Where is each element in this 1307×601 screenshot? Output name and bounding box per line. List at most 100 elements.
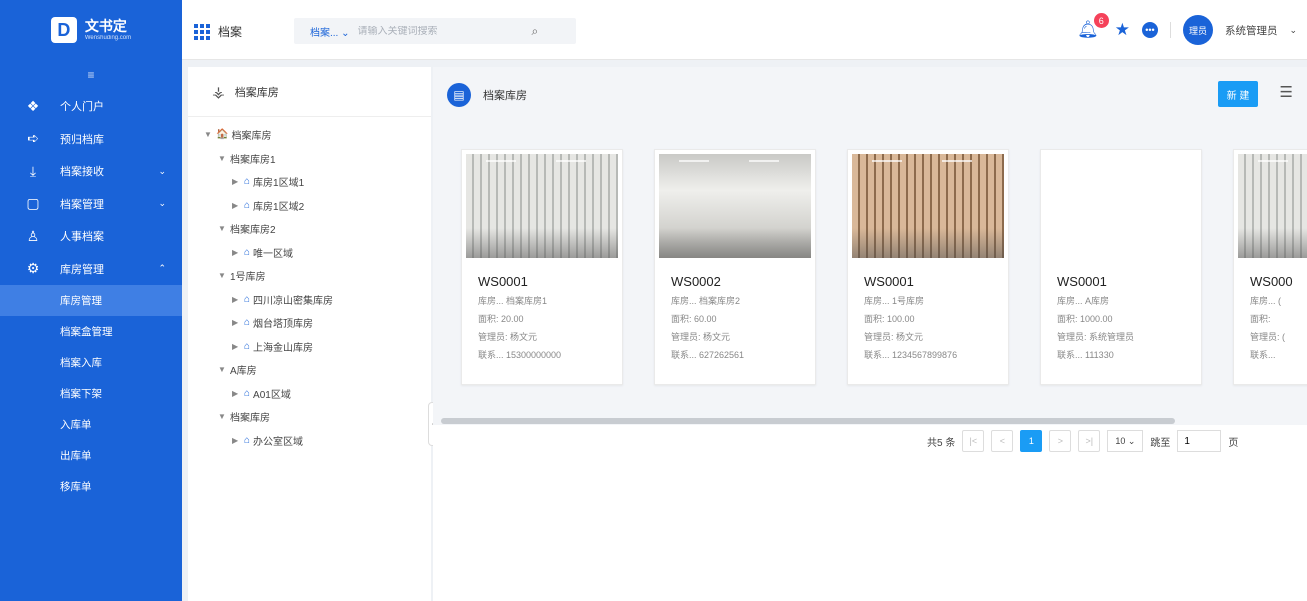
tree-node[interactable]: ▼ 🏠 档案库房 <box>188 123 431 147</box>
user-dropdown-chevron-icon[interactable]: ⌄ <box>1289 25 1297 36</box>
tree-node[interactable]: ▶ ⌂ 烟台塔顶库房 <box>188 311 431 335</box>
content-panel: ▤ 档案库房 新 建 ☰ WS0001 库房... 档案库房1 面积: 20.00 管… <box>433 67 1307 601</box>
tree-toggle-icon[interactable]: ▼ <box>218 154 230 163</box>
warehouse-card[interactable]: WS0001 库房... 1号库房 面积: 100.00 管理员: 杨文元 联系... … <box>847 149 1009 385</box>
search-type-select[interactable]: 档案... ⌄ <box>294 24 358 39</box>
sidebar-subitem[interactable]: 入库单 <box>0 409 182 440</box>
expand-chevron-icon[interactable]: ⌃ <box>158 263 166 274</box>
message-icon[interactable]: ••• <box>1141 22 1158 38</box>
sidebar-item[interactable]: ♙ 人事档案 <box>0 220 182 253</box>
tree-node[interactable]: ▶ ⌂ 库房1区域1 <box>188 170 431 194</box>
tree-toggle-icon[interactable]: ▼ <box>218 365 230 374</box>
first-page-button[interactable]: |< <box>962 430 985 452</box>
tree-node[interactable]: ▼ 档案库房2 <box>188 217 431 241</box>
tree-node[interactable]: ▼ A库房 <box>188 358 431 382</box>
tree-toggle-icon[interactable]: ▶ <box>232 248 244 257</box>
logo-mark-icon: D <box>50 17 77 43</box>
card-contact: 联系... 627262561 <box>671 350 745 360</box>
tree-node[interactable]: ▼ 档案库房1 <box>188 147 431 171</box>
tree-toggle-icon[interactable]: ▶ <box>232 436 244 445</box>
total-count: 共5 条 <box>927 437 956 449</box>
tree-toggle-icon[interactable]: ▶ <box>232 389 244 398</box>
notification-badge: 6 <box>1093 13 1109 28</box>
layers-icon: ❖ <box>26 97 40 114</box>
sidebar-subitem[interactable]: 移库单 <box>0 471 182 502</box>
org-tree-icon: ⚶ <box>212 83 225 101</box>
sidebar-subitem[interactable]: 库房管理 <box>0 285 182 316</box>
home-icon: ⌂ <box>244 246 251 258</box>
tree-toggle-icon[interactable]: ▼ <box>218 224 230 233</box>
home-icon: ⌂ <box>244 387 251 399</box>
card-room: 库房... 档案库房1 <box>478 296 548 306</box>
new-button[interactable]: 新 建 <box>1218 81 1258 107</box>
sidebar-item[interactable]: ⤓ 档案接收 ⌄ <box>0 155 182 188</box>
tree-node[interactable]: ▼ 1号库房 <box>188 264 431 288</box>
home-icon: ⌂ <box>244 176 251 188</box>
sidebar-subitem[interactable]: 档案下架 <box>0 378 182 409</box>
sidebar-subitem[interactable]: 档案盒管理 <box>0 316 182 347</box>
sidebar-item[interactable]: ❖ 个人门户 <box>0 90 182 123</box>
tree-node[interactable]: ▶ ⌂ 四川凉山密集库房 <box>188 288 431 312</box>
horizontal-scrollbar[interactable] <box>441 418 1175 424</box>
page-1-button[interactable]: 1 <box>1020 430 1043 452</box>
module-title: 档案 <box>218 25 243 39</box>
notification-bell-icon[interactable]: 🔔︎ 6 <box>1077 13 1109 40</box>
tree-toggle-icon[interactable]: ▼ <box>204 130 216 139</box>
warehouse-card[interactable]: WS0002 库房... 档案库房2 面积: 60.00 管理员: 杨文元 联系... … <box>654 149 816 385</box>
last-page-button[interactable]: >| <box>1078 430 1101 452</box>
warehouse-card[interactable]: WS0001 库房... A库房 面积: 1000.00 管理员: 系统管理员 联系..… <box>1040 149 1202 385</box>
tree-toggle-icon[interactable]: ▶ <box>232 201 244 210</box>
cards-area: WS0001 库房... 档案库房1 面积: 20.00 管理员: 杨文元 联系... … <box>433 123 1307 425</box>
expand-chevron-icon[interactable]: ⌄ <box>158 198 166 209</box>
card-code: WS000 <box>1250 274 1293 289</box>
sidebar-item[interactable]: ▢ 档案管理 ⌄ <box>0 188 182 221</box>
list-view-icon[interactable]: ☰ <box>1280 83 1293 101</box>
topbar: 档案 档案... ⌄ ⌕ 🔔︎ 6 ★ ••• 理员 系统管理员 ⌄ <box>182 0 1307 60</box>
menu-collapse-icon[interactable]: ≡ <box>0 60 182 90</box>
tree-toggle-icon[interactable]: ▶ <box>232 342 244 351</box>
tree-node[interactable]: ▶ ⌂ 上海金山库房 <box>188 335 431 359</box>
page-suffix: 页 <box>1228 437 1239 449</box>
logo[interactable]: D 文书定 Wenshuding.com <box>0 0 182 60</box>
sidebar-item[interactable]: ⚙ 库房管理 ⌃ <box>0 253 182 286</box>
favorite-star-icon[interactable]: ★ <box>1115 20 1130 40</box>
tree-header: ⚶ 档案库房 <box>188 67 431 117</box>
content-title: 档案库房 <box>483 90 527 102</box>
expand-chevron-icon[interactable]: ⌄ <box>158 166 166 177</box>
avatar[interactable]: 理员 <box>1182 15 1213 45</box>
tree-title: 档案库房 <box>234 86 279 99</box>
card-manager: 管理员: ( <box>1250 332 1285 342</box>
sidebar-subitem[interactable]: 档案入库 <box>0 347 182 378</box>
divider <box>1169 22 1171 38</box>
tree-node[interactable]: ▶ ⌂ 唯一区域 <box>188 241 431 265</box>
card-area: 面积: 100.00 <box>864 314 915 324</box>
tree-node[interactable]: ▶ ⌂ 办公室区域 <box>188 429 431 453</box>
next-page-button[interactable]: > <box>1049 430 1072 452</box>
prev-page-button[interactable]: < <box>991 430 1014 452</box>
tree-node[interactable]: ▶ ⌂ 库房1区域2 <box>188 194 431 218</box>
user-icon: ♙ <box>26 227 40 244</box>
tree-panel: ⚶ 档案库房 ▼ 🏠 档案库房 ▼ 档案库房1 ▶ ⌂ 库房1区域1 ▶ ⌂ 库房1区域2 ▼ 档案库房… <box>188 67 431 601</box>
tree-toggle-icon[interactable]: ▶ <box>232 295 244 304</box>
tree-node-label: 库房1区域1 <box>253 178 305 190</box>
tree-toggle-icon[interactable]: ▶ <box>232 177 244 186</box>
page-size-select[interactable]: 10 ⌄ <box>1107 430 1144 452</box>
search-input[interactable] <box>357 25 528 37</box>
jump-page-input[interactable] <box>1177 430 1222 452</box>
sidebar-item[interactable]: ➪ 预归档库 <box>0 123 182 156</box>
sidebar-subitem[interactable]: 出库单 <box>0 440 182 471</box>
search-icon[interactable]: ⌕ <box>532 24 539 39</box>
arrow-right-icon: ➪ <box>27 130 39 147</box>
tree-node[interactable]: ▼ 档案库房 <box>188 405 431 429</box>
app-grid-icon[interactable] <box>194 24 210 40</box>
tree-node-label: 唯一区域 <box>253 248 294 260</box>
tree-toggle-icon[interactable]: ▶ <box>232 318 244 327</box>
warehouse-card[interactable]: WS0001 库房... 档案库房1 面积: 20.00 管理员: 杨文元 联系... … <box>461 149 623 385</box>
warehouse-card[interactable]: WS000 库房... (面积: 管理员: (联系... <box>1233 149 1307 385</box>
username[interactable]: 系统管理员 <box>1225 23 1278 38</box>
home-icon: ⌂ <box>244 317 251 329</box>
tree-toggle-icon[interactable]: ▼ <box>218 412 230 421</box>
tree-node[interactable]: ▶ ⌂ A01区域 <box>188 382 431 406</box>
tree-toggle-icon[interactable]: ▼ <box>218 271 230 280</box>
card-area: 面积: 60.00 <box>671 314 717 324</box>
